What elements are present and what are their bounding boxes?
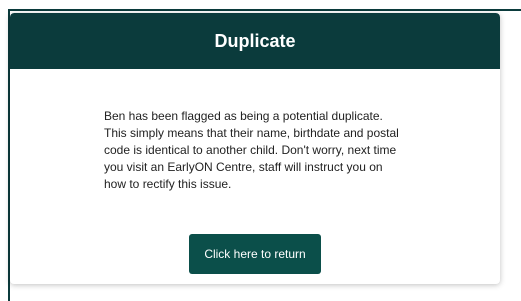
frame-border-top: [8, 9, 521, 11]
dialog-title: Duplicate: [214, 30, 296, 51]
page-frame: Duplicate Ben has been flagged as being …: [0, 0, 521, 301]
dialog-header: Duplicate: [10, 13, 500, 69]
page-edge: [513, 11, 521, 301]
duplicate-dialog: Duplicate Ben has been flagged as being …: [10, 13, 500, 284]
return-button[interactable]: Click here to return: [189, 234, 321, 274]
dialog-message: Ben has been flagged as being a potentia…: [104, 109, 399, 191]
